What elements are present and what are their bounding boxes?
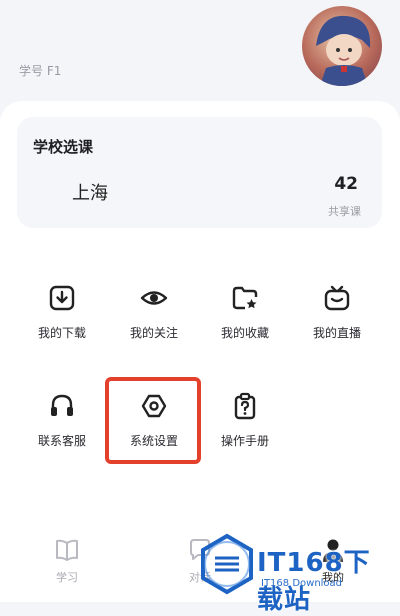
- settings-highlight-box: [105, 377, 201, 464]
- menu-label-follow: 我的关注: [129, 326, 178, 340]
- menu-label-live: 我的直播: [312, 326, 361, 340]
- shared-course-count: 42: [334, 174, 358, 194]
- it168-watermark: IT168下载站 IT168 Download: [195, 530, 395, 615]
- tab-study[interactable]: 学习: [37, 537, 97, 585]
- book-icon: [56, 539, 78, 561]
- school-course-card[interactable]: 学校选课 上海 42 共享课: [17, 117, 382, 228]
- menu-item-follow[interactable]: 我的关注: [109, 284, 199, 364]
- shared-course-label: 共享课: [328, 205, 361, 218]
- folder-star-icon: [232, 286, 258, 310]
- avatar[interactable]: [302, 6, 382, 86]
- student-id: 学号 F1: [19, 64, 62, 78]
- menu-label-manual: 操作手册: [220, 434, 269, 448]
- menu-label-download: 我的下载: [37, 326, 86, 340]
- headset-icon: [51, 394, 73, 416]
- chip-logo-icon: [201, 533, 253, 595]
- menu-label-support: 联系客服: [37, 434, 86, 448]
- card-city: 上海: [72, 183, 108, 204]
- avatar-illustration: [316, 15, 371, 86]
- menu-item-manual[interactable]: 操作手册: [200, 392, 290, 472]
- clipboard-question-icon: [234, 392, 256, 420]
- card-title: 学校选课: [33, 138, 94, 156]
- menu-item-download[interactable]: 我的下载: [17, 284, 107, 364]
- tv-icon: [324, 285, 350, 311]
- watermark-sub: IT168 Download: [261, 578, 343, 589]
- tab-label-study: 学习: [56, 571, 78, 584]
- menu-item-live[interactable]: 我的直播: [292, 284, 382, 364]
- menu-label-favorite: 我的收藏: [220, 326, 269, 340]
- download-icon: [49, 285, 75, 311]
- eye-icon: [140, 291, 168, 305]
- menu-item-support[interactable]: 联系客服: [17, 392, 107, 472]
- menu-item-favorite[interactable]: 我的收藏: [200, 284, 290, 364]
